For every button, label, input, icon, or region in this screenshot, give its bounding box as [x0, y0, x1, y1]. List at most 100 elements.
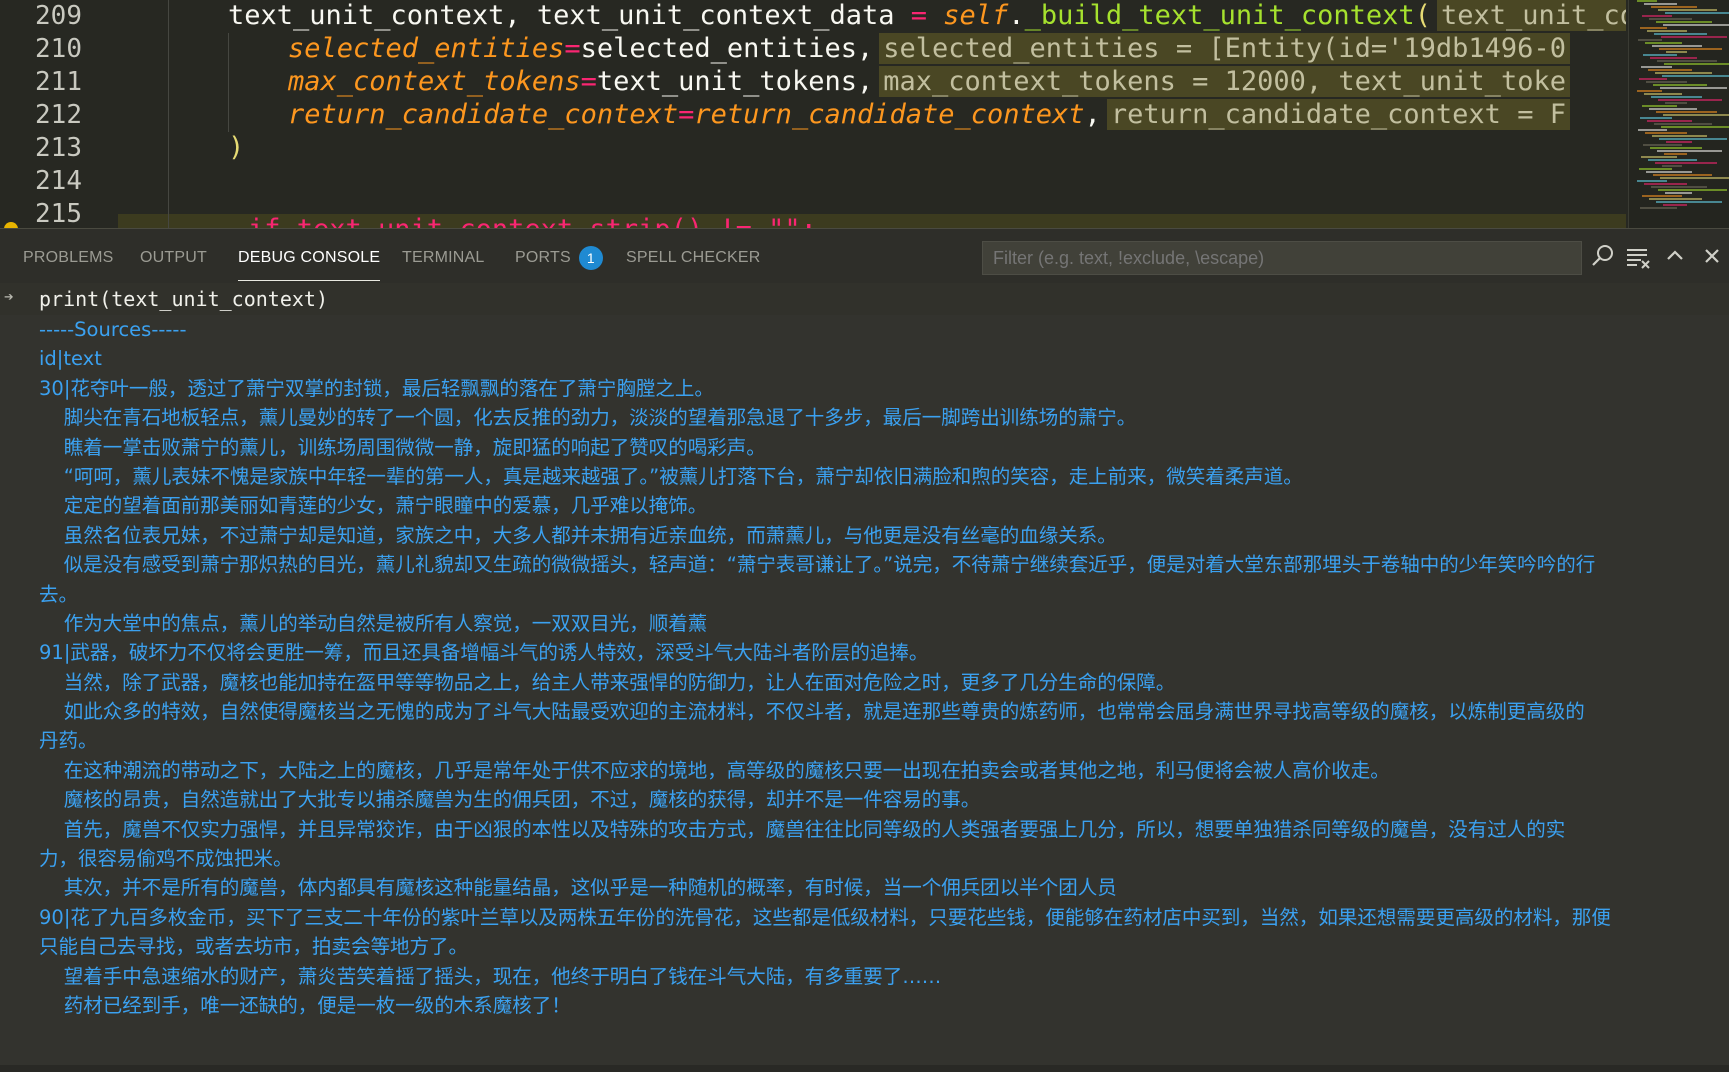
minimap-line — [1656, 21, 1712, 23]
line-number: 213 — [35, 133, 82, 163]
minimap-line — [1644, 93, 1682, 95]
code-token: text_unit_context_data — [536, 0, 895, 31]
minimap-line — [1661, 126, 1729, 128]
search-icon[interactable] — [1588, 241, 1618, 271]
arrow-right-icon: ➔ — [4, 287, 14, 306]
minimap-line — [1640, 27, 1667, 29]
console-output-line: 定定的望着面前那美丽如青莲的少女，萧宁眼瞳中的爱慕，几乎难以掩饰。 — [39, 494, 708, 518]
minimap-line — [1666, 51, 1687, 53]
minimap-line — [1641, 66, 1672, 68]
minimap-line — [1647, 30, 1687, 32]
code-editor[interactable]: 209 210 211 212 213 214 215 text_unit_context,… — [0, 0, 1729, 228]
minimap-line — [1641, 156, 1677, 158]
console-output-line: 力，很容易偷鸡不成蚀把米。 — [39, 847, 293, 871]
minimap-line — [1659, 48, 1722, 50]
tab-output[interactable]: OUTPUT — [140, 243, 207, 273]
minimap-line — [1652, 135, 1707, 137]
minimap-line — [1651, 96, 1702, 98]
console-output-line: 丹药。 — [39, 729, 98, 753]
minimap-line — [1661, 36, 1727, 38]
console-output-line: 首先，魔兽不仅实力强悍，并且异常狡诈，由于凶狠的本性以及特殊的攻击方式，魔兽往往… — [39, 817, 1566, 841]
minimap-line — [1643, 54, 1677, 56]
tab-spell-checker[interactable]: SPELL CHECKER — [626, 243, 761, 273]
code-line: text_unit_context, text_unit_context_dat… — [228, 0, 1626, 34]
console-filter-input[interactable] — [982, 241, 1582, 275]
inline-value-hint: selected_entities = [Entity(id='19db1496… — [879, 33, 1570, 64]
code-line: ) — [228, 130, 244, 166]
code-token: text_unit_tokens — [596, 66, 857, 97]
minimap-line — [1642, 15, 1672, 17]
minimap-line — [1653, 174, 1712, 176]
minimap-line — [1640, 117, 1672, 119]
console-output-line: 当然，除了武器，魔核也能加持在盔甲等等物品之上，给主人带来强悍的防御力，让人在面… — [39, 670, 1176, 694]
minimap-line — [1665, 192, 1692, 194]
minimap-line — [1653, 84, 1707, 86]
minimap-line — [1658, 189, 1727, 191]
tab-problems[interactable]: PROBLEMS — [23, 243, 114, 273]
code-token: = — [678, 99, 695, 130]
minimap-line — [1657, 150, 1722, 152]
minimap-line — [1664, 153, 1687, 155]
console-output-line: 30|花夺叶一般，透过了萧宁双掌的封锁，最后轻飘飘的落在了萧宁胸膛之上。 — [39, 376, 714, 400]
console-output-line: 魔核的昂贵，自然造就出了大批专以捕杀魔兽为生的佣兵团，不过，魔核的获得，却并不是… — [39, 788, 981, 812]
minimap-line — [1645, 42, 1682, 44]
inline-value-hint: max_context_tokens = 12000, text_unit_to… — [879, 66, 1570, 97]
debug-console-output[interactable]: ➔ print(text_unit_context) -----Sources-… — [0, 283, 1729, 1072]
console-output-line: 似是没有感受到萧宁那炽热的目光，薰儿礼貌却又生疏的微微摇头，轻声道：“萧宁表哥谦… — [39, 553, 1596, 577]
minimap-line — [1646, 171, 1692, 173]
indent-guide — [228, 33, 229, 132]
minimap-line — [1649, 108, 1697, 110]
minimap-line — [1655, 72, 1712, 74]
minimap-line — [1649, 198, 1702, 200]
indent-guide — [168, 0, 169, 228]
code-token: return_candidate_context — [288, 99, 679, 130]
tab-ports[interactable]: PORTS 1 — [515, 243, 603, 273]
code-token: = — [894, 0, 944, 31]
minimap-line — [1648, 69, 1692, 71]
minimap-line — [1652, 45, 1702, 47]
code-token: ( — [1414, 0, 1431, 31]
console-output-line: 去。 — [39, 582, 79, 606]
line-number: 214 — [35, 166, 82, 196]
bottom-panel: PROBLEMS OUTPUT DEBUG CONSOLE TERMINAL P… — [0, 228, 1729, 1072]
minimap-line — [1640, 207, 1677, 209]
minimap-line — [1659, 138, 1727, 140]
code-line-partial: if text_unit_context.strip() != "": — [248, 212, 817, 228]
console-output-line: 作为大堂中的焦点，薰儿的举动自然是被所有人察觉，一双双目光，顺着薰 — [39, 611, 708, 635]
code-token: , — [1084, 99, 1101, 130]
code-area[interactable]: text_unit_context, text_unit_context_dat… — [118, 0, 1626, 228]
minimap-line — [1639, 78, 1667, 80]
code-line: return_candidate_context=return_candidat… — [288, 97, 1570, 133]
minimap-line — [1658, 99, 1722, 101]
minimap-line — [1663, 204, 1687, 206]
minimap-line — [1642, 195, 1682, 197]
minimap-line — [1663, 24, 1729, 26]
tab-terminal[interactable]: TERMINAL — [402, 243, 485, 273]
close-panel-icon[interactable] — [1697, 241, 1727, 271]
tab-debug-console[interactable]: DEBUG CONSOLE — [238, 243, 381, 281]
code-token: return_candidate_context — [694, 99, 1085, 130]
line-number: 211 — [35, 67, 82, 97]
minimap-line — [1642, 105, 1677, 107]
maximize-panel-icon[interactable] — [1660, 241, 1690, 271]
minimap-line — [1645, 132, 1687, 134]
minimap-line — [1637, 180, 1667, 182]
minimap[interactable] — [1628, 0, 1729, 228]
minimap-line — [1648, 159, 1697, 161]
minimap-line — [1637, 90, 1662, 92]
code-token: . — [1008, 0, 1025, 31]
code-line: max_context_tokens=text_unit_tokens, max_… — [288, 64, 1570, 100]
minimap-line — [1658, 9, 1717, 11]
console-input-echo: ➔ print(text_unit_context) — [0, 283, 1729, 315]
code-token: selected_entities — [580, 33, 857, 64]
code-token: = — [564, 33, 581, 64]
line-number: 210 — [35, 34, 82, 64]
inline-value-hint: return_candidate_context = F — [1106, 99, 1570, 130]
code-token: self — [943, 0, 1009, 31]
minimap-line — [1651, 186, 1707, 188]
code-token: selected_entities — [288, 33, 565, 64]
console-output-line: 只能自己去寻找，或者去坊市，拍卖会等地方了。 — [39, 935, 469, 959]
clear-console-icon[interactable] — [1623, 241, 1653, 271]
minimap-line — [1654, 33, 1707, 35]
minimap-line — [1665, 102, 1687, 104]
